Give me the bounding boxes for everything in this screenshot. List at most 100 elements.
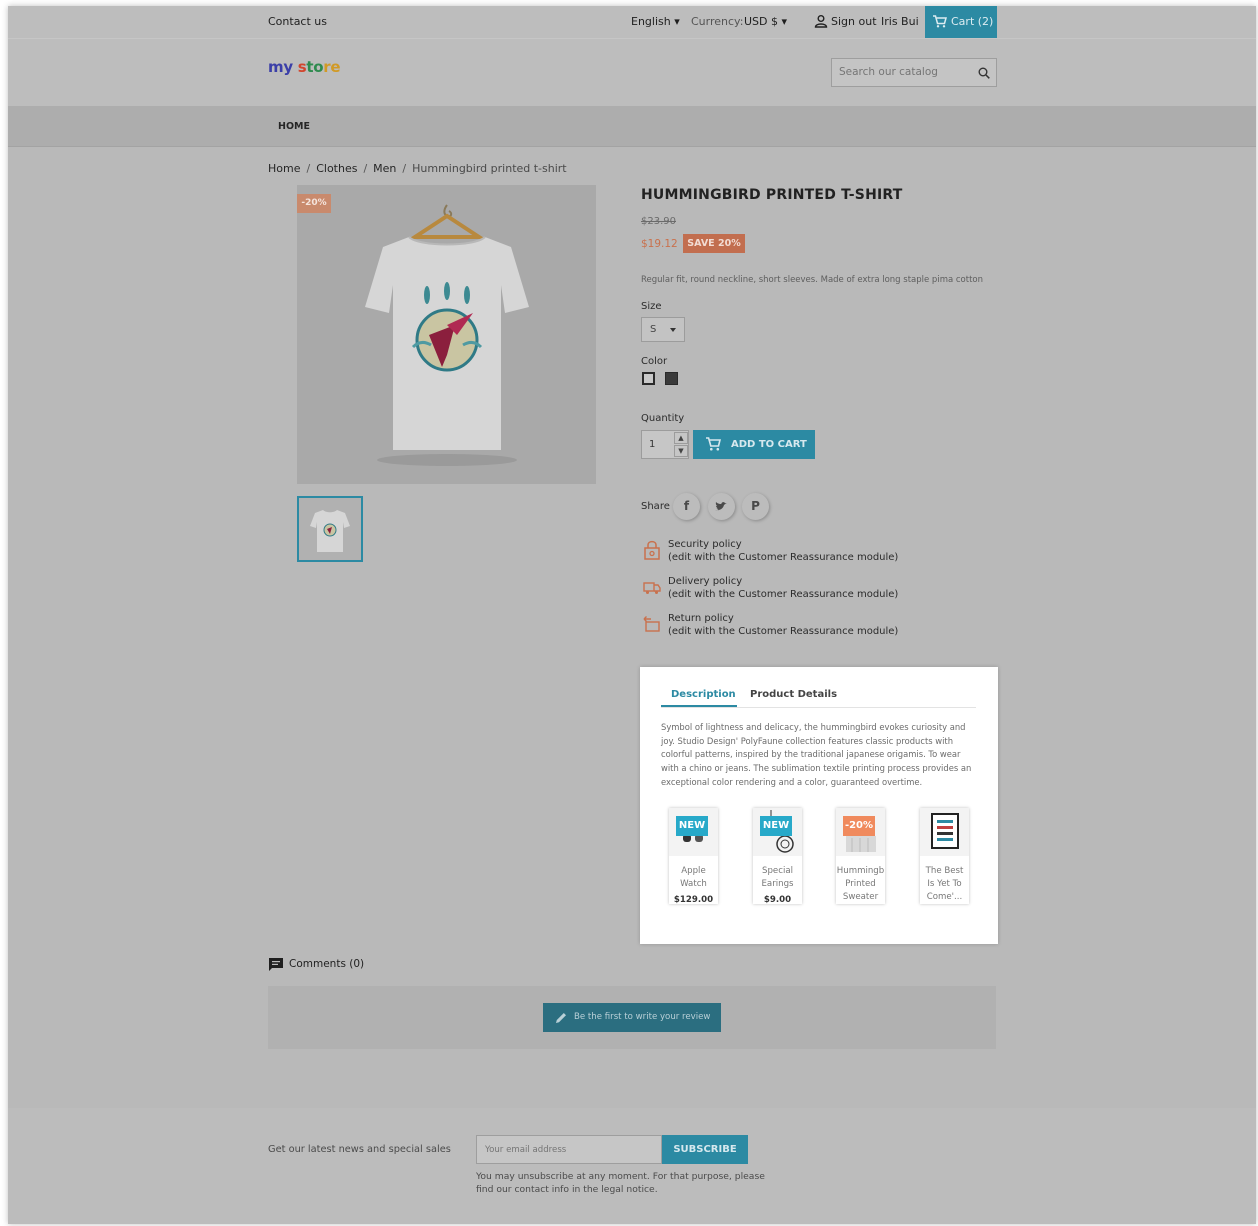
tshirt-thumbnail-image [310, 510, 350, 552]
breadcrumb-separator: / [402, 162, 407, 175]
size-label: Size [641, 301, 662, 312]
policy-note: (edit with the Customer Reassurance modu… [668, 626, 899, 637]
product-tabs-panel: Description Product Details Symbol of li… [640, 667, 998, 944]
product-name[interactable]: Hummingb Printed Sweater [836, 865, 885, 904]
breadcrumb: Home / Clothes / Men / Hummingbird printed t-s… [268, 162, 567, 175]
newsletter-email-input[interactable] [476, 1135, 662, 1164]
breadcrumb-home[interactable]: Home [268, 162, 300, 175]
related-product-card[interactable]: -20% Hummingb Printed Sweater [836, 808, 885, 904]
comment-icon [269, 958, 283, 971]
write-review-button[interactable]: Be the first to write your review [543, 1003, 721, 1032]
pencil-icon [556, 1013, 566, 1023]
add-to-cart-label: ADD TO CART [731, 439, 807, 450]
product-description: Symbol of lightness and delicacy, the hu… [661, 722, 972, 787]
discount-flag: -20% [297, 194, 331, 213]
policy-title: Return policy [668, 613, 734, 624]
color-swatch-black[interactable] [665, 372, 678, 385]
policy-title: Security policy [668, 539, 742, 550]
search-icon[interactable] [978, 67, 990, 79]
language-selector[interactable]: English ▾ [631, 15, 680, 28]
share-label: Share [641, 501, 670, 512]
return-policy: Return policy (edit with the Customer Rea… [641, 612, 901, 640]
site-header: my store [8, 38, 1256, 106]
size-select[interactable]: S [641, 317, 685, 342]
comments-title: Comments (0) [289, 958, 365, 970]
quantity-input[interactable]: 1 [649, 439, 655, 450]
tab-divider [661, 707, 976, 708]
breadcrumb-separator: / [306, 162, 311, 175]
store-logo[interactable]: my store [268, 58, 341, 76]
policy-note: (edit with the Customer Reassurance modu… [668, 552, 899, 563]
tab-product-details[interactable]: Product Details [750, 689, 837, 700]
newsletter-footer: Get our latest news and special sales SU… [8, 1108, 1256, 1224]
sign-out-link[interactable]: Sign out [831, 15, 877, 28]
chevron-down-icon: ▾ [674, 15, 680, 28]
caret-down-icon [670, 328, 676, 332]
currency-selector[interactable]: USD $ ▾ [744, 15, 787, 28]
currency-label: Currency: [691, 15, 744, 28]
newsletter-note: You may unsubscribe at any moment. For t… [476, 1171, 765, 1195]
contact-link[interactable]: Contact us [268, 15, 327, 28]
subscribe-button[interactable]: SUBSCRIBE [662, 1135, 748, 1164]
tshirt-image [365, 204, 529, 466]
facebook-icon[interactable]: f [673, 493, 700, 520]
currency-value: USD $ [744, 15, 778, 28]
security-policy: Security policy (edit with the Customer R… [641, 538, 901, 566]
new-flag: NEW [760, 816, 792, 836]
active-tab-indicator [661, 705, 737, 707]
cart-icon [706, 437, 721, 451]
discount-flag: -20% [843, 816, 875, 836]
write-review-label: Be the first to write your review [574, 1012, 711, 1022]
add-to-cart-button[interactable]: ADD TO CART [693, 430, 815, 459]
product-name[interactable]: The Best Is Yet To Come'... [920, 865, 969, 904]
breadcrumb-separator: / [363, 162, 368, 175]
truck-icon [643, 582, 661, 594]
new-flag: NEW [676, 816, 708, 836]
reviews-section: Be the first to write your review [268, 986, 996, 1049]
search-box [831, 58, 997, 87]
product-price: $129.00 [673, 895, 714, 904]
chevron-down-icon: ▾ [781, 15, 788, 28]
discount-badge: SAVE 20% [683, 234, 745, 253]
breadcrumb-current: Hummingbird printed t-shirt [412, 162, 567, 175]
account-link[interactable]: Iris Bui [881, 15, 919, 28]
policy-note: (edit with the Customer Reassurance modu… [668, 589, 899, 600]
product-price: $9.00 [763, 895, 792, 904]
main-nav: HOME [8, 106, 1256, 147]
policy-title: Delivery policy [668, 576, 743, 587]
related-product-card[interactable]: NEW Apple Watch $129.00 [669, 808, 718, 904]
chevron-down-icon[interactable]: ▼ [674, 445, 688, 457]
product-name[interactable]: Apple Watch [669, 865, 718, 891]
breadcrumb-clothes[interactable]: Clothes [316, 162, 357, 175]
user-icon [814, 15, 828, 28]
quantity-stepper: 1 ▲ ▼ [641, 430, 689, 459]
tab-description[interactable]: Description [671, 689, 736, 700]
twitter-icon[interactable] [708, 493, 735, 520]
product-thumbnail[interactable] [297, 496, 363, 562]
return-icon [643, 616, 660, 632]
product-cover-image[interactable] [297, 185, 596, 484]
language-label: English [631, 15, 671, 28]
cart-icon [933, 15, 947, 28]
product-short-description: Regular fit, round neckline, short sleev… [641, 275, 984, 285]
current-price: $19.12 [641, 238, 678, 250]
page-frame: Contact us English ▾ Currency: USD $ ▾ S… [8, 6, 1256, 1224]
color-label: Color [641, 356, 668, 367]
breadcrumb-men[interactable]: Men [373, 162, 396, 175]
chevron-up-icon[interactable]: ▲ [674, 432, 688, 444]
lock-icon [644, 540, 660, 560]
size-value: S [650, 324, 657, 335]
product-title: HUMMINGBIRD PRINTED T-SHIRT [641, 187, 903, 203]
related-product-card[interactable]: The Best Is Yet To Come'... [920, 808, 969, 904]
related-product-card[interactable]: NEW Special Earings $9.00 [753, 808, 802, 904]
pinterest-icon[interactable]: P [742, 493, 769, 520]
nav-item-home[interactable]: HOME [278, 121, 310, 132]
product-image [920, 808, 969, 856]
search-input[interactable] [839, 66, 969, 78]
delivery-policy: Delivery policy (edit with the Customer R… [641, 575, 901, 603]
product-name[interactable]: Special Earings [753, 865, 802, 891]
quantity-label: Quantity [641, 413, 685, 424]
color-swatch-white[interactable] [642, 372, 655, 385]
twitter-bird-glyph [715, 502, 727, 511]
cart-button[interactable]: Cart (2) [925, 6, 997, 38]
